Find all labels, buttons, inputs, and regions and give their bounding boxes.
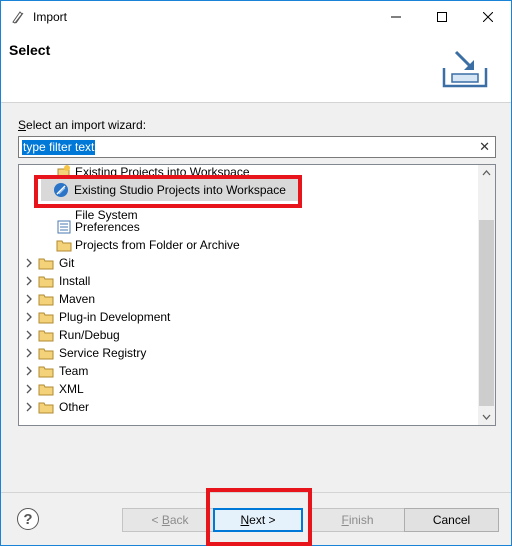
chevron-right-icon[interactable]: [24, 329, 34, 341]
tree-category-label: Plug-in Development: [59, 310, 171, 324]
tree-item-projects-from-folder[interactable]: Projects from Folder or Archive: [19, 236, 479, 254]
tree-category-label: Service Registry: [59, 346, 147, 360]
back-button[interactable]: < Back: [122, 508, 218, 532]
scrollbar-thumb[interactable]: [479, 220, 494, 406]
tree-category-maven[interactable]: Maven: [19, 290, 479, 308]
tree-category-install[interactable]: Install: [19, 272, 479, 290]
folder-icon: [38, 384, 54, 396]
clear-filter-icon[interactable]: ✕: [479, 139, 490, 155]
folder-icon: [56, 240, 72, 252]
scroll-down-icon[interactable]: [478, 408, 495, 425]
tree-category-plug-in-development[interactable]: Plug-in Development: [19, 308, 479, 326]
folder-icon: [38, 312, 54, 324]
tree-category-label: Run/Debug: [59, 328, 120, 342]
help-button[interactable]: ?: [17, 508, 39, 530]
tree-category-git[interactable]: Git: [19, 254, 479, 272]
folder-icon: [38, 402, 54, 414]
folder-icon: [38, 258, 54, 270]
chevron-right-icon[interactable]: [24, 401, 34, 413]
eclipse-import-icon: [12, 11, 24, 24]
tree-category-xml[interactable]: XML: [19, 380, 479, 398]
chevron-right-icon[interactable]: [24, 293, 34, 305]
chevron-right-icon[interactable]: [24, 365, 34, 377]
tree-item-file-system[interactable]: File System: [19, 206, 479, 224]
annotation-highlight-next: [206, 488, 312, 546]
tree-category-label: Git: [59, 256, 75, 270]
cancel-button[interactable]: Cancel: [404, 508, 499, 532]
maximize-icon: [437, 11, 447, 22]
chevron-right-icon[interactable]: [24, 383, 34, 395]
close-icon: [483, 11, 493, 22]
page-title: Select: [9, 42, 51, 58]
folder-icon: [38, 366, 54, 378]
tree-scrollbar[interactable]: [478, 165, 495, 425]
scroll-up-icon[interactable]: [478, 165, 495, 182]
minimize-icon: [391, 16, 401, 17]
folder-icon: [38, 348, 54, 360]
chevron-right-icon[interactable]: [24, 347, 34, 359]
chevron-right-icon[interactable]: [24, 275, 34, 287]
close-button[interactable]: [465, 1, 511, 32]
maximize-button[interactable]: [419, 1, 465, 32]
chevron-right-icon[interactable]: [24, 257, 34, 269]
annotation-highlight-wizard: [34, 175, 302, 208]
folder-icon: [38, 330, 54, 342]
tree-category-service-registry[interactable]: Service Registry: [19, 344, 479, 362]
filter-input[interactable]: type filter text ✕: [18, 136, 496, 158]
tree-category-label: Maven: [59, 292, 96, 306]
window-title: Import: [33, 10, 68, 24]
import-wizard-graphic: [442, 50, 488, 88]
chevron-right-icon[interactable]: [24, 311, 34, 323]
tree-category-label: Team: [59, 364, 89, 378]
tree-category-run-debug[interactable]: Run/Debug: [19, 326, 479, 344]
tree-category-team[interactable]: Team: [19, 362, 479, 380]
tree-category-label: Install: [59, 274, 91, 288]
wizard-list-label: Select an import wizard:: [18, 118, 147, 132]
title-bar: Import: [1, 1, 511, 32]
folder-icon: [38, 276, 54, 288]
finish-button[interactable]: Finish: [310, 508, 405, 532]
tree-category-other[interactable]: Other: [19, 398, 479, 416]
folder-icon: [38, 294, 54, 306]
minimize-button[interactable]: [373, 1, 419, 32]
tree-category-label: Other: [59, 400, 90, 414]
import-dialog: Import Select Select an import wizard: t…: [0, 0, 512, 546]
wizard-banner: Select: [1, 32, 511, 103]
filter-text[interactable]: type filter text: [22, 140, 96, 155]
tree-category-label: XML: [59, 382, 84, 396]
